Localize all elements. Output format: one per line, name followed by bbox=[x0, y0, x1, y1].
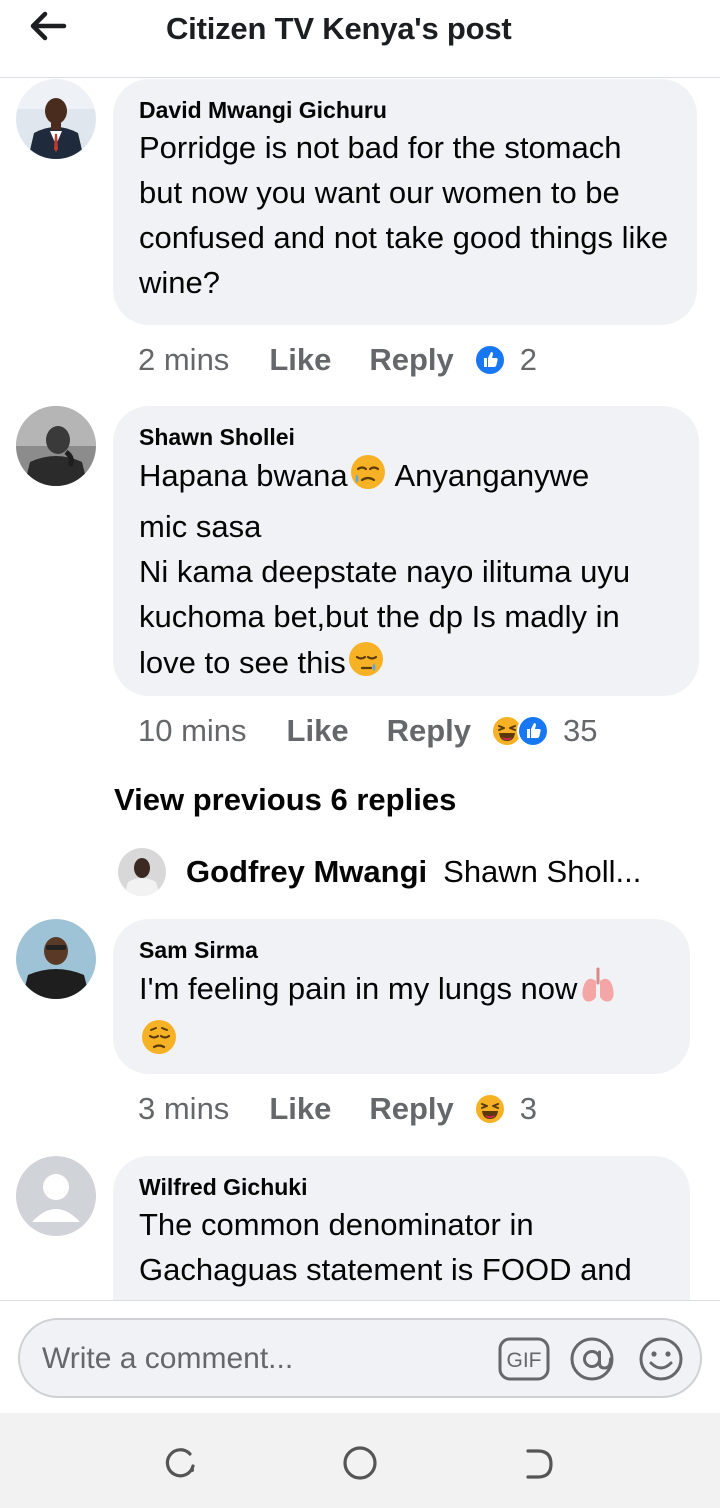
back-arrow-icon[interactable] bbox=[518, 1443, 558, 1483]
comment-author[interactable]: Shawn Shollei bbox=[139, 422, 673, 452]
lungs-emoji bbox=[577, 965, 619, 1017]
comment-text-part: I'm feeling pain in my lungs now bbox=[139, 971, 578, 1006]
comment-time: 2 mins bbox=[138, 342, 230, 377]
comment-text: I'm feeling pain in my lungs now bbox=[139, 965, 664, 1069]
reaction-summary[interactable]: 2 bbox=[473, 342, 538, 378]
system-navigation-bar bbox=[0, 1413, 720, 1508]
sleepy-face-emoji bbox=[346, 639, 386, 691]
avatar[interactable] bbox=[16, 79, 96, 159]
comment-text-part: love to see this bbox=[139, 645, 346, 680]
comment-time: 10 mins bbox=[138, 713, 247, 748]
reaction-count: 3 bbox=[519, 1091, 538, 1126]
avatar[interactable] bbox=[16, 919, 96, 999]
comment-bubble: Shawn Shollei Hapana bwana Anyanganywe mi… bbox=[113, 406, 699, 696]
view-previous-replies-link[interactable]: View previous 6 replies bbox=[114, 782, 456, 818]
comment-time: 3 mins bbox=[138, 1091, 230, 1126]
comment-input-placeholder: Write a comment... bbox=[42, 1342, 294, 1375]
comment-text-part: kuchoma bet,but the dp Is madly in bbox=[139, 599, 620, 634]
reaction-summary[interactable]: 3 bbox=[473, 1091, 538, 1127]
comment-text-part: Ni kama deepstate nayo ilituma uyu bbox=[139, 554, 631, 589]
haha-reaction-icon bbox=[473, 1093, 506, 1125]
page-title: Citizen TV Kenya's post bbox=[166, 11, 512, 46]
avatar[interactable] bbox=[16, 1156, 96, 1236]
gif-icon[interactable]: GIF bbox=[498, 1336, 550, 1387]
post-header: Citizen TV Kenya's post bbox=[0, 0, 720, 78]
reply-preview[interactable]: Godfrey Mwangi Shawn Sholl... bbox=[118, 847, 641, 897]
avatar[interactable] bbox=[118, 848, 166, 896]
reaction-count: 2 bbox=[519, 342, 538, 377]
smiley-icon[interactable] bbox=[636, 1336, 686, 1387]
comment-bubble: Wilfred Gichuki The common denominator i… bbox=[113, 1156, 690, 1300]
arrow-left-icon bbox=[30, 11, 67, 41]
comment-text: Porridge is not bad for the stomach but … bbox=[139, 130, 677, 300]
comment-text-part: Hapana bwana bbox=[139, 458, 348, 493]
comment-author[interactable]: Sam Sirma bbox=[139, 935, 664, 965]
like-reaction-icon bbox=[473, 344, 506, 376]
comment-actions: 10 mins Like Reply 35 bbox=[138, 709, 597, 753]
like-button[interactable]: Like bbox=[269, 342, 331, 378]
comment-bubble: Sam Sirma I'm feeling pain in my lungs n… bbox=[113, 919, 690, 1074]
at-sign-icon[interactable] bbox=[566, 1336, 618, 1387]
like-reaction-icon bbox=[517, 715, 549, 747]
home-circle-icon[interactable] bbox=[340, 1443, 380, 1483]
comment-input[interactable]: Write a comment... GIF bbox=[18, 1318, 702, 1398]
comment-text: Hapana bwana Anyanganywe mic sasa Ni kama … bbox=[139, 452, 673, 691]
recents-icon[interactable] bbox=[160, 1443, 200, 1483]
reply-author[interactable]: Godfrey Mwangi bbox=[186, 854, 427, 890]
comment-text-part: Anyanganywe bbox=[387, 458, 590, 493]
reply-button[interactable]: Reply bbox=[387, 713, 471, 749]
like-button[interactable]: Like bbox=[269, 1091, 331, 1127]
avatar[interactable] bbox=[16, 406, 96, 486]
comment-actions: 3 mins Like Reply 3 bbox=[138, 1087, 537, 1131]
holding-back-tears-emoji bbox=[348, 452, 388, 504]
svg-text:GIF: GIF bbox=[507, 1349, 542, 1372]
back-button[interactable] bbox=[28, 8, 68, 44]
comment-text: The common denominator in Gachaguas stat… bbox=[139, 1207, 632, 1287]
comments-feed: David Mwangi Gichuru Porridge is not bad… bbox=[0, 79, 720, 1300]
comment-bubble: David Mwangi Gichuru Porridge is not bad… bbox=[113, 79, 697, 325]
reaction-count: 35 bbox=[563, 713, 598, 748]
reply-button[interactable]: Reply bbox=[369, 1091, 453, 1127]
reaction-summary[interactable]: 35 bbox=[491, 713, 597, 749]
comment-author[interactable]: Wilfred Gichuki bbox=[139, 1172, 664, 1202]
comment-composer-bar: Write a comment... GIF bbox=[0, 1300, 720, 1413]
reply-button[interactable]: Reply bbox=[369, 342, 453, 378]
comment-actions: 2 mins Like Reply 2 bbox=[138, 338, 537, 382]
pensive-face-emoji bbox=[139, 1017, 179, 1069]
comment-author[interactable]: David Mwangi Gichuru bbox=[139, 95, 671, 125]
reply-snippet: Shawn Sholl... bbox=[443, 854, 642, 889]
comment-text-part: mic sasa bbox=[139, 509, 262, 544]
like-button[interactable]: Like bbox=[287, 713, 349, 749]
